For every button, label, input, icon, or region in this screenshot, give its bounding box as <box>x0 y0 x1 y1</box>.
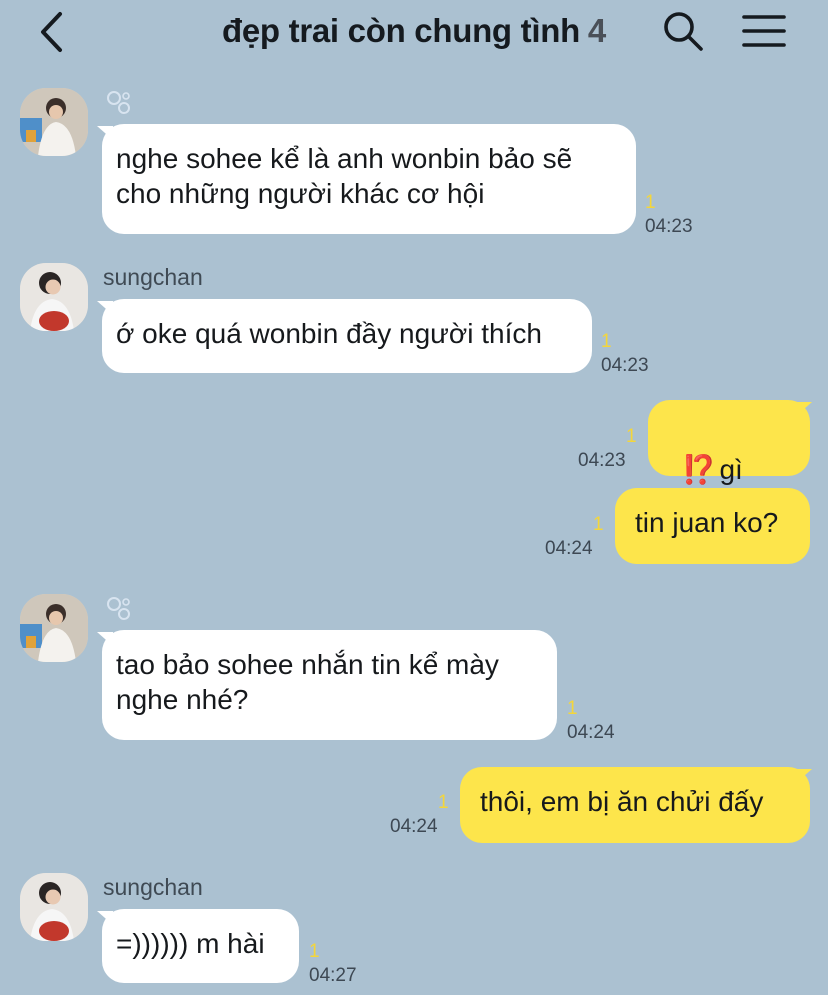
message-bubble-incoming[interactable]: =)))))) m hài <box>102 909 299 983</box>
unread-count: 1 <box>567 698 578 719</box>
avatar[interactable] <box>20 594 88 662</box>
message-bubble-outgoing[interactable]: tin juan ko? <box>615 488 810 564</box>
message-bubble-incoming[interactable]: ớ oke quá wonbin đầy người thích <box>102 299 592 373</box>
message-bubble-incoming[interactable]: tao bảo sohee nhắn tin kể mày nghe nhé? <box>102 630 557 740</box>
message-time: 04:24 <box>390 816 438 837</box>
avatar-photo <box>20 88 88 156</box>
unread-count: 1 <box>438 792 449 813</box>
bubble-tail <box>796 769 812 783</box>
avatar[interactable] <box>20 263 88 331</box>
message-bubble-outgoing[interactable]: thôi, em bị ăn chửi đấy <box>460 767 810 843</box>
message-time: 04:23 <box>601 355 649 376</box>
unread-count: 1 <box>645 192 656 213</box>
avatar[interactable] <box>20 88 88 156</box>
hamburger-menu-icon <box>742 15 786 47</box>
search-icon <box>664 12 703 51</box>
member-count: 4 <box>587 12 606 49</box>
unread-count: 1 <box>626 426 637 447</box>
message-time: 04:24 <box>567 722 615 743</box>
unread-count: 1 <box>309 941 320 962</box>
message-bubble-incoming[interactable]: nghe sohee kể là anh wonbin bảo sẽ cho n… <box>102 124 636 234</box>
message-time: 04:27 <box>309 965 357 986</box>
message-bubble-outgoing[interactable]: ⁉️gì vậy <box>648 400 810 520</box>
chat-header: đẹp trai còn chung tình 4 <box>0 0 828 66</box>
message-time: 04:23 <box>578 450 626 471</box>
avatar-photo <box>20 263 88 331</box>
exclamation-question-icon: ⁉️ <box>681 454 717 485</box>
search-button[interactable] <box>660 8 706 54</box>
avatar-photo <box>20 873 88 941</box>
bubbles-decoration-icon <box>107 597 130 620</box>
message-time: 04:23 <box>645 216 693 237</box>
sender-name: sungchan <box>103 874 203 900</box>
sender-name: sungchan <box>103 264 203 290</box>
message-time: 04:24 <box>545 538 593 559</box>
avatar[interactable] <box>20 873 88 941</box>
bubbles-decoration-icon <box>107 91 130 114</box>
bubble-tail <box>796 402 812 416</box>
unread-count: 1 <box>601 331 612 352</box>
unread-count: 1 <box>593 514 604 535</box>
menu-button[interactable] <box>740 10 788 52</box>
chat-title-text: đẹp trai còn chung tình <box>222 12 580 49</box>
avatar-photo <box>20 594 88 662</box>
